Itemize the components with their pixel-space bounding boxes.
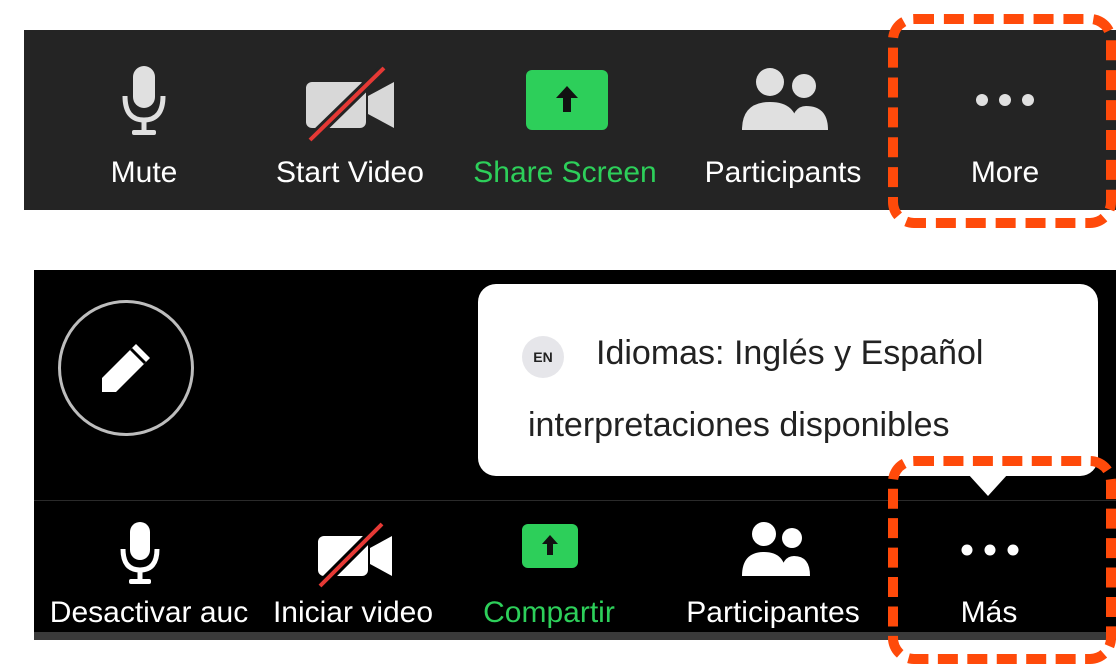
share-label-es: Compartir — [483, 596, 615, 629]
language-badge-icon: EN — [522, 336, 564, 378]
participants-icon — [742, 68, 828, 130]
microphone-icon — [120, 522, 160, 584]
video-label-es: Iniciar video — [272, 596, 434, 629]
share-screen-button[interactable]: Share Screen — [460, 30, 670, 210]
share-screen-icon — [526, 70, 608, 130]
mute-button[interactable]: Mute — [74, 30, 214, 210]
mute-label: Mute — [110, 156, 178, 189]
up-arrow-icon — [542, 535, 558, 555]
video-off-icon — [316, 520, 392, 590]
participants-button-es[interactable]: Participantes — [668, 470, 878, 640]
microphone-icon — [122, 66, 166, 135]
annotate-button[interactable] — [58, 300, 194, 436]
more-highlight-es — [888, 456, 1116, 664]
start-video-label: Start Video — [276, 156, 424, 189]
tooltip-interpretation-text: interpretaciones disponibles — [528, 406, 950, 444]
pencil-icon — [102, 344, 150, 392]
up-arrow-icon — [556, 86, 578, 112]
participants-button[interactable]: Participants — [688, 30, 878, 210]
more-highlight-en — [888, 14, 1116, 228]
share-screen-icon — [522, 524, 578, 568]
start-video-button[interactable]: Start Video — [250, 30, 450, 210]
participants-icon — [742, 522, 810, 576]
video-button-es[interactable]: Iniciar video — [258, 470, 448, 640]
mute-label-es: Desactivar auc — [49, 596, 249, 629]
video-off-icon — [306, 66, 394, 142]
mute-button-es[interactable]: Desactivar auc — [34, 470, 264, 640]
share-screen-label: Share Screen — [473, 156, 657, 189]
tooltip-languages-text: Idiomas: Inglés y Español — [596, 334, 984, 372]
share-button-es[interactable]: Compartir — [464, 470, 634, 640]
language-tooltip[interactable]: EN Idiomas: Inglés y Español interpretac… — [478, 284, 1098, 496]
participants-label: Participants — [704, 156, 862, 189]
participants-label-es: Participantes — [686, 596, 860, 629]
